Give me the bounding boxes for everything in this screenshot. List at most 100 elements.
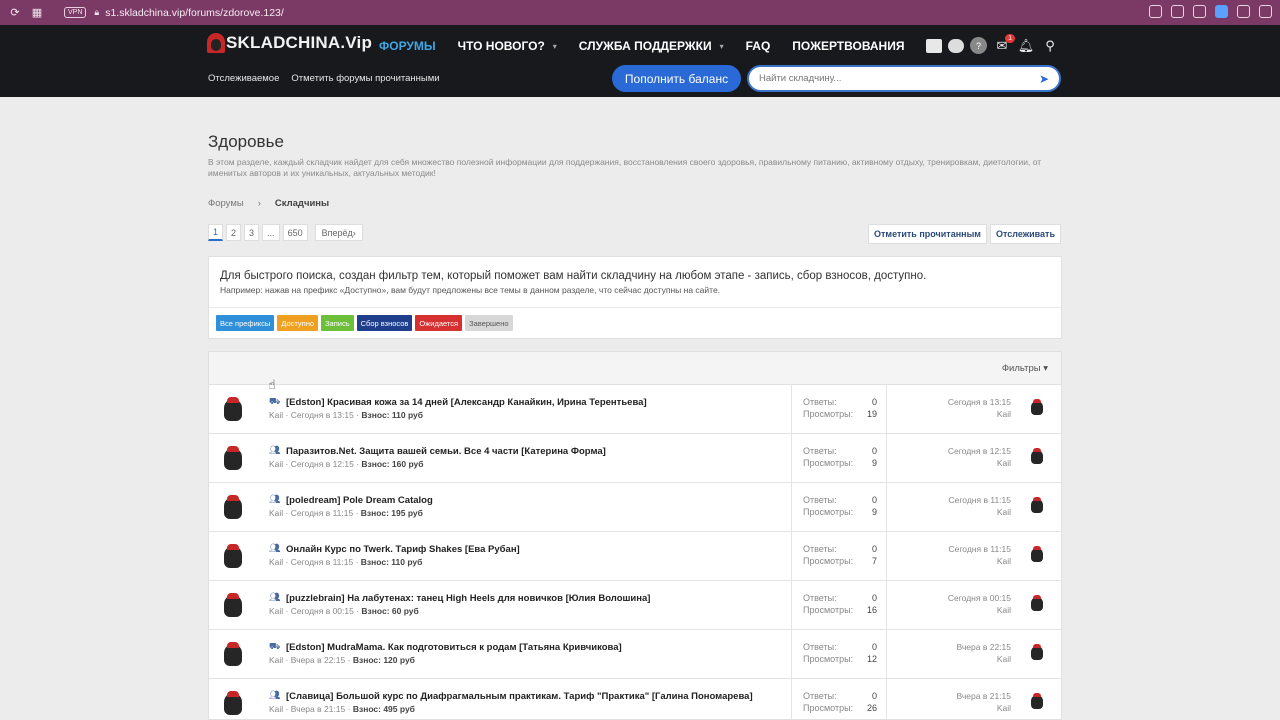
thread-title[interactable]: [Славица] Большой курс по Диафрагмальным… xyxy=(286,691,753,702)
nav-item-3[interactable]: FAQ xyxy=(746,39,771,53)
thread-author[interactable]: Kail xyxy=(269,557,283,567)
prefix-button[interactable]: Завершено xyxy=(465,315,513,331)
watch-button[interactable]: Отслеживать xyxy=(989,224,1061,244)
nav-item-0[interactable]: ФОРУМЫ xyxy=(379,39,436,53)
search-icon[interactable]: ⚲ xyxy=(1041,38,1059,54)
last-post-user[interactable]: Kail xyxy=(909,408,1011,420)
site-logo[interactable]: SKLADCHINA.Vip xyxy=(207,33,372,53)
breadcrumb-current[interactable]: Складчины xyxy=(275,198,329,209)
topup-balance-button[interactable]: Пополнить баланс xyxy=(612,65,741,92)
thread-date[interactable]: Вчера в 21:15 xyxy=(291,704,346,714)
nav-item-4[interactable]: ПОЖЕРТВОВАНИЯ xyxy=(792,39,904,53)
prefix-button[interactable]: Сбор взносов xyxy=(356,315,413,331)
thread-author[interactable]: Kail xyxy=(269,704,283,714)
thread-row[interactable]: ⛟ [Edston] Красивая кожа за 14 дней [Алек… xyxy=(209,385,1061,434)
last-post-user[interactable]: Kail xyxy=(909,555,1011,567)
prefix-button[interactable]: Запись xyxy=(321,315,354,331)
screenshot-icon[interactable] xyxy=(1171,5,1184,18)
bell-icon[interactable]: 🔔︎ xyxy=(1017,38,1035,54)
last-post-date[interactable]: Сегодня в 12:15 xyxy=(909,445,1011,457)
thread-title[interactable]: [Edston] Красивая кожа за 14 дней [Алекс… xyxy=(286,397,647,408)
tabs-grid-icon[interactable]: ▦ xyxy=(30,6,44,20)
nav-item-2[interactable]: СЛУЖБА ПОДДЕРЖКИ ▾ xyxy=(579,39,724,53)
thread-row[interactable]: ⛟ [Edston] MudraMama. Как подготовиться к… xyxy=(209,630,1061,679)
thread-date[interactable]: Сегодня в 11:15 xyxy=(291,508,353,518)
last-poster-avatar[interactable] xyxy=(1031,497,1043,513)
thread-meta: Kail · Сегодня в 11:15 · Взнос: 110 руб xyxy=(269,557,423,567)
last-poster-avatar[interactable] xyxy=(1031,546,1043,562)
thread-row[interactable]: 👥︎ [Славица] Большой курс по Диафрагмальн… xyxy=(209,679,1061,719)
send-icon[interactable] xyxy=(1237,5,1250,18)
thread-title[interactable]: [Edston] MudraMama. Как подготовиться к … xyxy=(286,642,622,653)
inbox-icon[interactable]: ✉ 1 xyxy=(993,33,1015,54)
thread-author[interactable]: Kail xyxy=(269,459,283,469)
author-avatar[interactable] xyxy=(224,495,242,519)
thread-row[interactable]: 👥︎ [poledream] Pole Dream Catalog Kail · С… xyxy=(209,483,1061,532)
thread-author[interactable]: Kail xyxy=(269,655,283,665)
last-post-user[interactable]: Kail xyxy=(909,653,1011,665)
thread-author[interactable]: Kail xyxy=(269,606,283,616)
nav-item-1[interactable]: ЧТО НОВОГО? ▾ xyxy=(458,39,557,53)
last-post-date[interactable]: Сегодня в 00:15 xyxy=(909,592,1011,604)
author-avatar[interactable] xyxy=(224,642,242,666)
subnav-watched[interactable]: Отслеживаемое xyxy=(208,73,279,84)
reload-icon[interactable]: ⟳ xyxy=(8,6,22,20)
last-post-date[interactable]: Вчера в 21:15 xyxy=(909,690,1011,702)
last-post-user[interactable]: Kail xyxy=(909,604,1011,616)
thread-date[interactable]: Вчера в 22:15 xyxy=(291,655,346,665)
author-avatar[interactable] xyxy=(224,593,242,617)
thread-title[interactable]: Паразитов.Net. Защита вашей семьи. Все 4… xyxy=(286,446,606,457)
author-avatar[interactable] xyxy=(224,446,242,470)
box-icon[interactable] xyxy=(926,38,942,53)
last-poster-avatar[interactable] xyxy=(1031,595,1043,611)
user-avatar[interactable]: ? xyxy=(970,37,987,54)
last-poster-avatar[interactable] xyxy=(1031,693,1043,709)
next-page-button[interactable]: Вперёд › xyxy=(314,224,363,241)
author-avatar[interactable] xyxy=(224,691,242,715)
vpn-badge[interactable]: VPN xyxy=(64,7,87,18)
send-search-icon[interactable]: ➤ xyxy=(1039,72,1049,86)
breadcrumb-forums[interactable]: Форумы xyxy=(208,198,244,209)
last-poster-avatar[interactable] xyxy=(1031,448,1043,464)
page-link[interactable]: 2 xyxy=(226,224,242,241)
thread-title[interactable]: Онлайн Курс по Twerk. Тариф Shakes [Ева … xyxy=(286,544,520,555)
shield-icon[interactable] xyxy=(1215,5,1228,18)
bookmark-icon[interactable] xyxy=(1193,5,1206,18)
heart-icon[interactable] xyxy=(1259,5,1272,18)
prefix-button[interactable]: Доступно xyxy=(277,315,319,331)
address-bar[interactable]: s1.skladchina.vip/forums/zdorove.123/ xyxy=(105,7,284,19)
last-poster-avatar[interactable] xyxy=(1031,399,1043,415)
last-poster-avatar[interactable] xyxy=(1031,644,1043,660)
thread-row[interactable]: 👥︎ Паразитов.Net. Защита вашей семьи. Все… xyxy=(209,434,1061,483)
thread-date[interactable]: Сегодня в 12:15 xyxy=(291,459,354,469)
filters-dropdown[interactable]: Фильтры ▾ xyxy=(1002,363,1048,374)
coins-icon[interactable] xyxy=(948,38,964,53)
last-post-date[interactable]: Сегодня в 11:15 xyxy=(909,494,1011,506)
share-icon[interactable] xyxy=(1149,5,1162,18)
thread-author[interactable]: Kail xyxy=(269,410,283,420)
page-link[interactable]: 1 xyxy=(208,224,224,241)
author-avatar[interactable] xyxy=(224,397,242,421)
page-link[interactable]: 650 xyxy=(282,224,308,241)
page-link[interactable]: 3 xyxy=(244,224,260,241)
thread-title[interactable]: [puzzlebrain] На лабутенах: танец High H… xyxy=(286,593,650,604)
mark-read-button[interactable]: Отметить прочитанным xyxy=(868,224,987,244)
author-avatar[interactable] xyxy=(224,544,242,568)
thread-date[interactable]: Сегодня в 13:15 xyxy=(291,410,354,420)
thread-title[interactable]: [poledream] Pole Dream Catalog xyxy=(286,495,433,506)
last-post-date[interactable]: Сегодня в 11:15 xyxy=(909,543,1011,555)
prefix-button[interactable]: Ожидается xyxy=(415,315,463,331)
thread-row[interactable]: 👥︎ [puzzlebrain] На лабутенах: танец High… xyxy=(209,581,1061,630)
last-post-date[interactable]: Вчера в 22:15 xyxy=(909,641,1011,653)
subnav-mark-forums-read[interactable]: Отметить форумы прочитанными xyxy=(291,73,439,84)
last-post-user[interactable]: Kail xyxy=(909,702,1011,714)
last-post-date[interactable]: Сегодня в 13:15 xyxy=(909,396,1011,408)
thread-row[interactable]: 👥︎ Онлайн Курс по Twerk. Тариф Shakes [Ев… xyxy=(209,532,1061,581)
prefix-button[interactable]: Все префиксы xyxy=(216,315,275,331)
last-post-user[interactable]: Kail xyxy=(909,506,1011,518)
thread-date[interactable]: Сегодня в 00:15 xyxy=(291,606,354,616)
thread-author[interactable]: Kail xyxy=(269,508,283,518)
search-input[interactable] xyxy=(759,73,1019,84)
last-post-user[interactable]: Kail xyxy=(909,457,1011,469)
thread-date[interactable]: Сегодня в 11:15 xyxy=(291,557,353,567)
